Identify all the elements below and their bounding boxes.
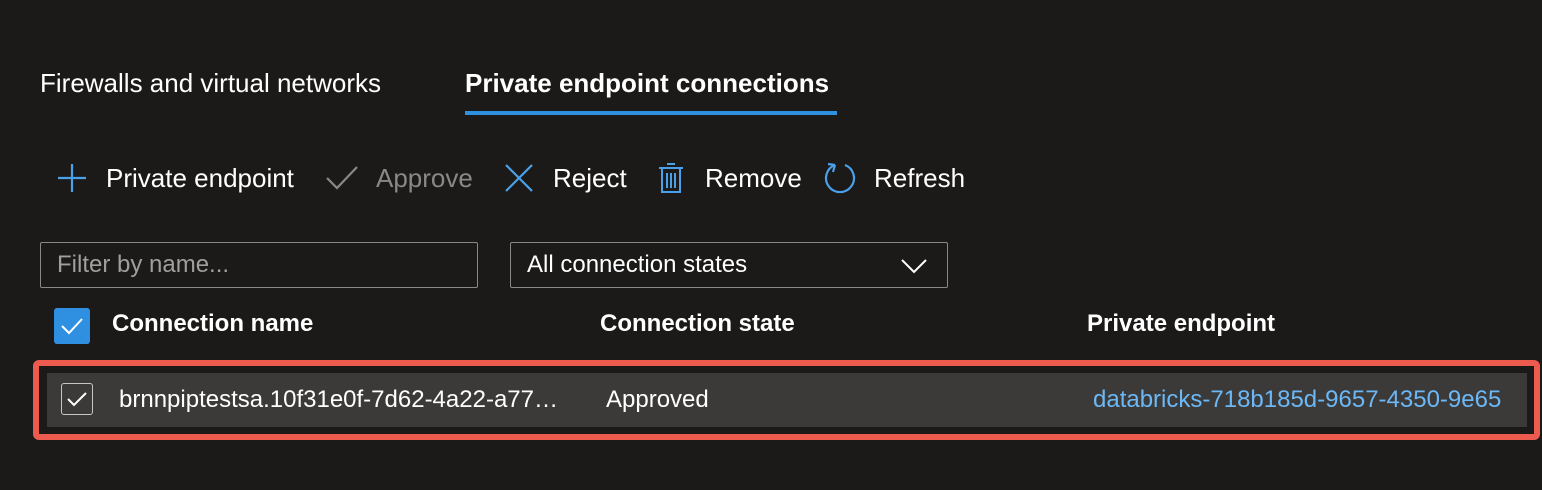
- highlighted-row-outline: brnnpiptestsa.10f31e0f-7d62-4a22-a77… Ap…: [33, 360, 1540, 440]
- column-header-private-endpoint[interactable]: Private endpoint: [1087, 310, 1275, 338]
- checkmark-icon: [67, 392, 87, 407]
- checkmark-icon: [61, 318, 83, 335]
- add-icon: [54, 160, 90, 196]
- approve-button[interactable]: Approve: [324, 152, 473, 204]
- row-checkbox[interactable]: [61, 383, 93, 415]
- trash-icon: [653, 160, 689, 196]
- remove-button[interactable]: Remove: [653, 152, 802, 204]
- connection-state-selected: All connection states: [527, 251, 748, 278]
- refresh-label: Refresh: [874, 162, 966, 193]
- reject-label: Reject: [553, 162, 627, 193]
- reject-button[interactable]: Reject: [501, 152, 627, 204]
- refresh-button[interactable]: Refresh: [822, 152, 965, 204]
- private-endpoint-link[interactable]: databricks-718b185d-9657-4350-9e65: [1093, 386, 1527, 414]
- checkmark-icon: [324, 160, 360, 196]
- chevron-down-icon: [899, 255, 929, 275]
- tab-firewalls[interactable]: Firewalls and virtual networks: [40, 68, 381, 98]
- close-icon: [501, 160, 537, 196]
- table-row[interactable]: brnnpiptestsa.10f31e0f-7d62-4a22-a77… Ap…: [47, 373, 1527, 427]
- add-private-endpoint-label: Private endpoint: [106, 162, 294, 193]
- refresh-icon: [822, 160, 858, 196]
- remove-label: Remove: [705, 162, 802, 193]
- connection-state-dropdown[interactable]: All connection states: [510, 242, 948, 288]
- table-header: Connection name Connection state Private…: [40, 302, 1540, 352]
- approve-label: Approve: [376, 162, 473, 193]
- column-header-connection-state[interactable]: Connection state: [600, 310, 795, 338]
- active-tab-indicator: [465, 111, 837, 115]
- tab-private-endpoint-connections[interactable]: Private endpoint connections: [465, 68, 829, 98]
- column-header-connection-name[interactable]: Connection name: [112, 310, 313, 338]
- connection-state-cell: Approved: [606, 386, 709, 413]
- toolbar: Private endpoint Approve Reject Remove R…: [40, 152, 1040, 204]
- private-endpoint-page: Firewalls and virtual networks Private e…: [0, 0, 1542, 490]
- connection-name-cell: brnnpiptestsa.10f31e0f-7d62-4a22-a77…: [119, 386, 558, 413]
- filter-by-name-input[interactable]: [40, 242, 478, 288]
- add-private-endpoint-button[interactable]: Private endpoint: [54, 152, 294, 204]
- select-all-checkbox[interactable]: [54, 308, 90, 344]
